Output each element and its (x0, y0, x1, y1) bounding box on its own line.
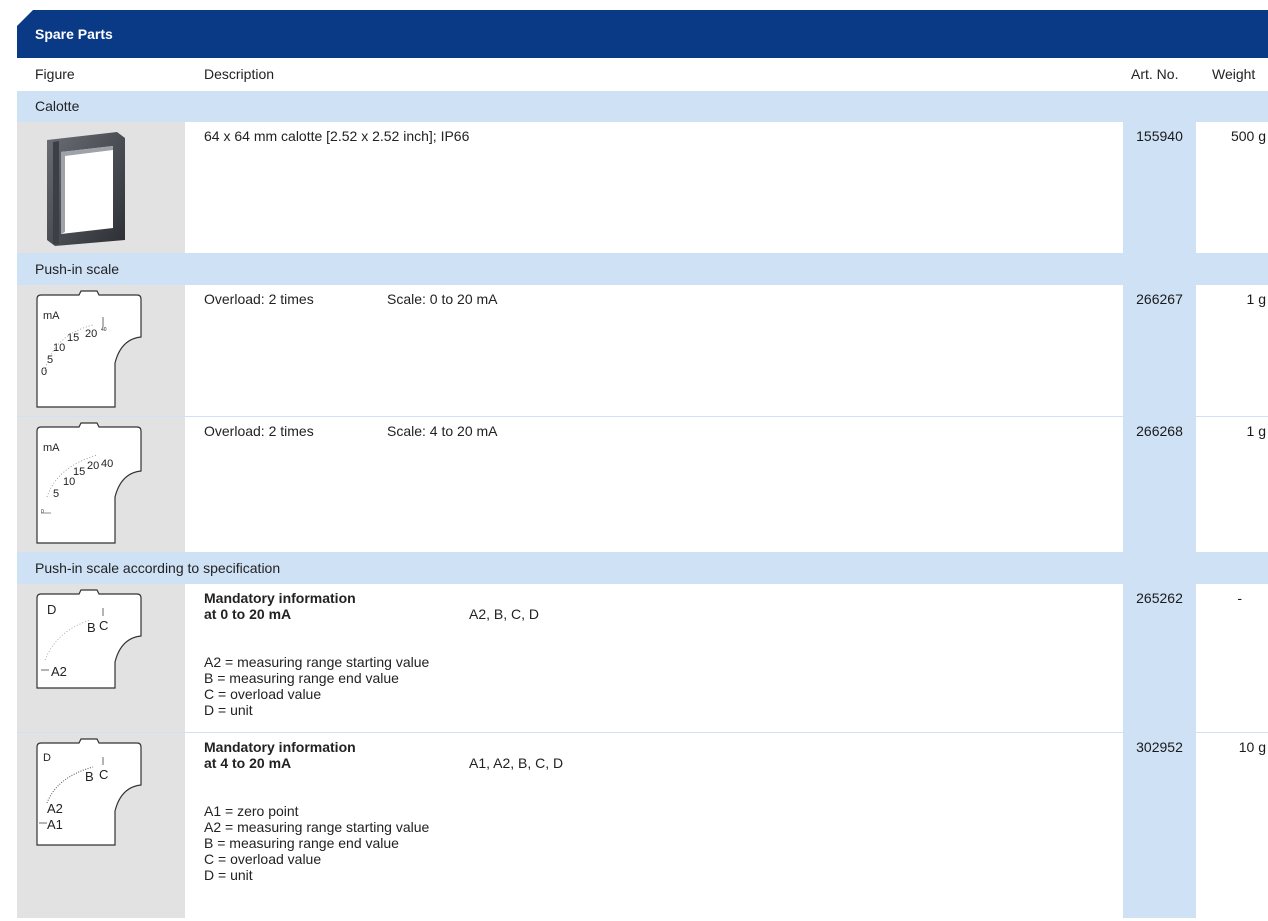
spec-line: B = measuring range end value (204, 835, 399, 851)
calotte-image (47, 132, 125, 246)
calotte-description: 64 x 64 mm calotte [2.52 x 2.52 inch]; I… (204, 128, 470, 144)
spec-line: D = unit (204, 702, 253, 718)
tick-label-15: 15 (73, 466, 85, 478)
figure-cell: D B C A2 A1 (17, 733, 185, 918)
weight: - (1237, 590, 1242, 606)
tick-label-15: 15 (67, 332, 79, 344)
title-notch (17, 10, 33, 26)
scale-range: Scale: 4 to 20 mA (387, 423, 498, 439)
figure-cell (17, 122, 185, 253)
dial-mark-b: B (85, 769, 94, 784)
art-no: 266267 (1136, 291, 1183, 307)
tick-label-0: 0 (41, 509, 44, 515)
scale-range: Scale: 0 to 20 mA (387, 291, 498, 307)
spec-line: D = unit (204, 867, 253, 883)
tick-label-40: 40 (101, 458, 113, 470)
scale-spec-4-20-image: D B C A2 A1 (36, 738, 142, 846)
dial-unit-label: D (47, 602, 56, 617)
tick-label-40: 40 (101, 327, 107, 333)
column-header-row: Figure Description Art. No. Weight (17, 58, 1268, 91)
tick-label-20: 20 (85, 328, 97, 340)
spec-heading-2: at 0 to 20 mA (204, 606, 292, 622)
figure-cell: mA 0 5 10 15 20 40 (17, 417, 185, 552)
category-label: Calotte (35, 98, 80, 114)
spec-line: A1 = zero point (204, 803, 299, 819)
weight: 1 g (1246, 423, 1266, 439)
spec-heading-2: at 4 to 20 mA (204, 755, 292, 771)
art-no-cell (1123, 584, 1196, 732)
header-figure: Figure (35, 66, 75, 82)
header-art-no: Art. No. (1131, 66, 1179, 82)
weight: 500 g (1230, 128, 1266, 144)
scale-spec-0-20-image: D B C A2 (36, 589, 142, 689)
art-no: 302952 (1136, 739, 1183, 755)
category-calotte: Calotte (17, 91, 1268, 122)
dial-mark-a2: A2 (51, 664, 67, 679)
figure-cell: mA 0 5 10 15 20 40 (17, 285, 185, 416)
scale-4-20-image: mA 0 5 10 15 20 40 (36, 422, 142, 544)
art-no: 155940 (1136, 128, 1183, 144)
scale-0-20-image: mA 0 5 10 15 20 40 (36, 290, 142, 408)
spec-heading-1: Mandatory information (204, 590, 356, 606)
spec-line: C = overload value (204, 686, 322, 702)
category-push-in-scale-spec: Push-in scale according to specification (17, 553, 1268, 584)
scale-unit: mA (43, 310, 60, 322)
figure-cell: D B C A2 (17, 584, 185, 732)
scale-overload: Overload: 2 times (204, 423, 314, 439)
spec-values: A1, A2, B, C, D (469, 755, 564, 771)
dial-mark-a2: A2 (47, 801, 63, 816)
art-no: 266268 (1136, 423, 1183, 439)
category-push-in-scale: Push-in scale (17, 254, 1268, 285)
scale-overload: Overload: 2 times (204, 291, 314, 307)
weight: 10 g (1238, 739, 1266, 755)
spec-line: A2 = measuring range starting value (204, 819, 430, 835)
category-label: Push-in scale (35, 261, 120, 277)
tick-label-0: 0 (41, 366, 47, 378)
dial-mark-c: C (99, 767, 108, 782)
spare-parts-page: Spare Parts Figure Description Art. No. … (0, 0, 1268, 918)
page-title: Spare Parts (35, 26, 113, 42)
table-row-spec-302952: D B C A2 A1 Mandatory information at 4 t… (17, 733, 1268, 918)
dial-mark-b: B (87, 620, 96, 635)
title-bar: Spare Parts (17, 10, 1268, 58)
tick-label-20: 20 (87, 460, 99, 472)
spec-line: A2 = measuring range starting value (204, 654, 430, 670)
table-row-scale-266268: mA 0 5 10 15 20 40 Overload: 2 times Sca… (17, 417, 1268, 553)
art-no-cell (1123, 733, 1196, 918)
tick-label-5: 5 (53, 488, 59, 500)
spec-values: A2, B, C, D (469, 606, 540, 622)
spec-line: C = overload value (204, 851, 322, 867)
table-row-scale-266267: mA 0 5 10 15 20 40 Overload: 2 times Sca… (17, 285, 1268, 417)
category-label: Push-in scale according to specification (35, 560, 281, 576)
dial-mark-a1: A1 (47, 817, 63, 832)
table-row-calotte: 64 x 64 mm calotte [2.52 x 2.52 inch]; I… (17, 122, 1268, 254)
weight: 1 g (1246, 291, 1266, 307)
art-no: 265262 (1136, 590, 1183, 606)
header-weight: Weight (1212, 66, 1256, 82)
spec-line: B = measuring range end value (204, 670, 399, 686)
scale-unit: mA (43, 442, 60, 454)
dial-unit-label: D (43, 752, 51, 764)
table-row-spec-265262: D B C A2 Mandatory information at 0 to 2… (17, 584, 1268, 733)
spec-heading-1: Mandatory information (204, 739, 356, 755)
dial-mark-c: C (99, 618, 108, 633)
header-description: Description (204, 66, 275, 82)
